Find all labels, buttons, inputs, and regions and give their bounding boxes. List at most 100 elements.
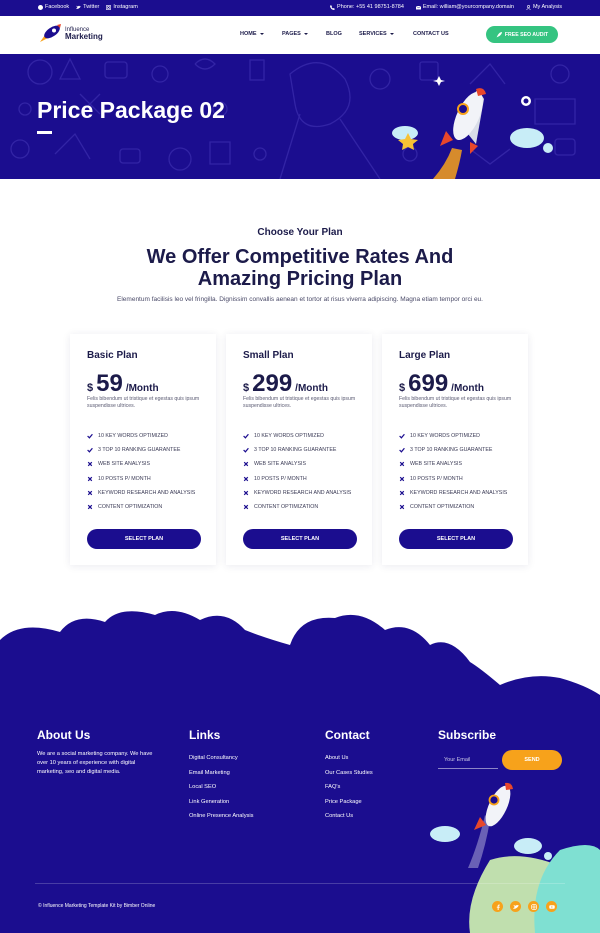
pricing-card: Large Plan $699/Month Felis bibendum ut tr… [382,334,528,565]
footer-link[interactable]: Email Marketing [189,770,254,785]
plan-features: 10 KEY WORDS OPTIMIZED 3 TOP 10 RANKING G… [87,429,195,514]
main-header: Influence Marketing HOME PAGES BLOG SERV… [0,16,600,54]
plan-period: /Month [451,383,484,394]
email-text: Email: william@yourcompany.domain [422,4,514,10]
plan-period: /Month [295,383,328,394]
footer-about-title: About Us [37,728,91,742]
account-link[interactable]: My Analysis [526,4,562,10]
plan-feature-label: CONTENT OPTIMIZATION [410,504,475,511]
instagram-icon [106,4,112,10]
footer-link[interactable]: Local SEO [189,784,254,799]
footer-contact-link[interactable]: About Us [325,755,373,770]
plan-feature: CONTENT OPTIMIZATION [399,500,507,514]
select-plan-label: SELECT PLAN [280,536,320,542]
cross-icon [87,490,93,496]
section-intro-text: Elementum facilisis leo vel fringilla. D… [117,296,483,303]
instagram-link[interactable]: Instagram [106,4,138,10]
facebook-label: Facebook [45,4,70,10]
email-info[interactable]: Email: william@yourcompany.domain [415,4,514,10]
footer-contact-title: Contact [325,728,370,742]
instagram-icon [530,903,537,910]
plan-currency: $ [243,382,250,394]
plan-feature: 3 TOP 10 RANKING GUARANTEE [243,443,351,457]
select-plan-button[interactable]: SELECT PLAN [399,529,513,549]
plan-feature: 10 KEY WORDS OPTIMIZED [243,429,351,443]
plan-feature-label: 10 POSTS P/ MONTH [98,475,151,482]
select-plan-button[interactable]: SELECT PLAN [87,529,201,549]
twitter-icon [512,904,519,909]
title-underline [37,131,52,134]
footer-contact-link[interactable]: Price Package [325,799,373,814]
nav-services-label: SERVICES [359,31,387,37]
footer-contact-link[interactable]: Our Cases Studies [325,770,373,785]
logo-line2: Marketing [65,32,103,41]
phone-info[interactable]: Phone: +55 41 98751-8784 [330,4,404,10]
pricing-card: Basic Plan $59/Month Felis bibendum ut tri… [70,334,216,565]
plan-feature: WEB SITE ANALYSIS [87,457,195,471]
nav-services[interactable]: SERVICES [359,31,413,37]
page-title: Price Package 02 [37,97,225,123]
footer-link[interactable]: Digital Consultancy [189,755,254,770]
footer-contact-list: About Us Our Cases Studies FAQ's Price P… [325,755,373,828]
nav-contact-label: CONTACT US [413,31,449,37]
hero-banner: Price Package 02 [0,54,600,179]
heading-line1: We Offer Competitive Rates And [146,246,454,268]
nav-home-label: HOME [240,31,257,37]
plan-feature-label: 10 POSTS P/ MONTH [254,475,307,482]
cross-icon [87,462,93,467]
plan-feature: WEB SITE ANALYSIS [243,457,351,471]
check-icon [399,433,405,439]
plan-feature-label: 10 KEY WORDS OPTIMIZED [98,433,168,440]
free-seo-audit-button[interactable]: FREE SEO AUDIT [486,26,558,43]
facebook-link[interactable]: Facebook [38,4,69,10]
plan-feature-label: WEB SITE ANALYSIS [254,461,307,468]
cross-icon [243,490,249,496]
rocket-icon [496,31,502,37]
nav-blog-label: BLOG [326,31,342,37]
cross-icon [243,504,249,510]
footer-social-icons [492,901,557,912]
plan-features: 10 KEY WORDS OPTIMIZED 3 TOP 10 RANKING G… [399,429,507,514]
select-plan-label: SELECT PLAN [436,536,476,542]
nav-blog[interactable]: BLOG [326,31,359,37]
plan-feature: WEB SITE ANALYSIS [399,457,507,471]
facebook-icon [496,904,500,910]
footer-contact-link[interactable]: Contact Us [325,813,373,828]
footer-contact-link[interactable]: FAQ's [325,784,373,799]
subscribe-email-input[interactable] [438,751,498,769]
plan-price: $299/Month [243,370,328,398]
nav-home[interactable]: HOME [240,31,282,37]
send-button[interactable]: SEND [502,750,562,770]
nav-contact-us[interactable]: CONTACT US [413,31,449,37]
nav-pages[interactable]: PAGES [282,31,326,37]
plan-feature-label: KEYWORD RESEARCH AND ANALYSIS [410,489,508,496]
twitter-link[interactable]: Twitter [76,4,99,10]
cross-icon [399,490,405,496]
footer-link[interactable]: Link Generation [189,799,254,814]
plan-feature-label: 3 TOP 10 RANKING GUARANTEE [98,447,181,454]
footer-instagram-button[interactable] [528,901,539,912]
plan-feature-label: 10 KEY WORDS OPTIMIZED [410,433,480,440]
user-icon [526,4,531,10]
plan-feature: 10 KEY WORDS OPTIMIZED [87,429,195,443]
footer-link[interactable]: Online Presence Analysis [189,813,254,828]
check-icon [243,448,249,453]
footer-twitter-button[interactable] [510,901,521,912]
copyright-text: © Influence Marketing Template Kit by Bi… [38,903,156,909]
rocket-logo-icon [40,24,61,42]
footer-youtube-button[interactable] [546,901,557,912]
plan-feature-label: 3 TOP 10 RANKING GUARANTEE [410,447,493,454]
plan-description: Felis bibendum ut tristique et egestas q… [87,396,200,409]
plan-feature: 3 TOP 10 RANKING GUARANTEE [399,443,507,457]
plan-feature: KEYWORD RESEARCH AND ANALYSIS [399,486,507,500]
plan-currency: $ [399,382,406,394]
logo[interactable]: Influence Marketing [38,24,103,44]
plan-feature: 10 POSTS P/ MONTH [87,472,195,486]
plan-amount: 59 [96,370,123,397]
plan-price: $699/Month [399,370,484,398]
select-plan-button[interactable]: SELECT PLAN [243,529,357,549]
footer-facebook-button[interactable] [492,901,503,912]
select-plan-label: SELECT PLAN [124,536,164,542]
plan-feature: 10 POSTS P/ MONTH [243,472,351,486]
account-text: My Analysis [532,4,562,10]
